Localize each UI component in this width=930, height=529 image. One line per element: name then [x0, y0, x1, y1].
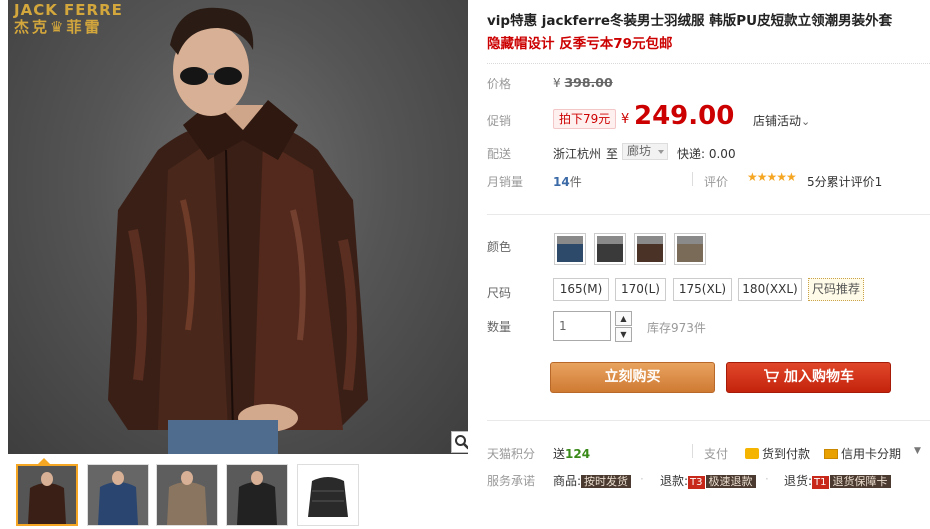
promo-currency: ¥ [621, 112, 630, 127]
service-refund-text: 极速退款 [705, 475, 756, 488]
service-return[interactable]: 退货: T1 退货保障卡 [784, 472, 891, 489]
divider [487, 214, 930, 215]
rating-stars: ★★★★★ [747, 170, 797, 184]
thumbnail-5[interactable] [297, 464, 359, 526]
points-value: 送124 [553, 445, 590, 462]
product-photo [108, 7, 368, 454]
points-label: 天猫积分 [487, 447, 536, 461]
city-select-value: 廊坊 [627, 144, 652, 158]
promo-label: 促销 [487, 114, 512, 128]
points-prefix: 送 [553, 447, 566, 461]
monthly-sales-label: 月销量 [487, 175, 524, 189]
service-goods[interactable]: 商品: 按时发货 [553, 472, 632, 489]
separator-dot: · [765, 472, 769, 486]
payment-expand-icon[interactable]: ▼ [914, 446, 921, 456]
monthly-sales: 14件 [553, 173, 582, 190]
points-amount: 124 [565, 447, 591, 461]
price-label: 价格 [487, 77, 512, 91]
product-title: vip特惠 jackferre冬装男士羽绒服 韩版PU皮短款立领潮男装外套 [487, 13, 893, 29]
store-activity-label: 店铺活动 [753, 114, 802, 128]
store-activity-dropdown[interactable]: 店铺活动⌄ [753, 112, 810, 129]
divider [487, 420, 930, 421]
divider [487, 63, 930, 64]
thumbnail-3[interactable] [156, 464, 218, 526]
brand-logo: JACK FERRE 杰克♛菲雷 [14, 2, 123, 36]
cod-label: 货到付款 [762, 447, 811, 461]
quantity-increase-button[interactable]: ▲ [615, 311, 632, 326]
color-swatch-1[interactable] [554, 233, 586, 265]
quantity-input[interactable] [553, 311, 611, 341]
shipping-from: 浙江杭州 [553, 147, 602, 161]
thumbnail-4[interactable] [226, 464, 288, 526]
cart-icon [764, 369, 780, 383]
add-to-cart-label: 加入购物车 [784, 369, 854, 385]
zoom-icon[interactable] [451, 431, 468, 453]
brand-logo-cn: 杰克♛菲雷 [14, 18, 103, 36]
chevron-down-icon: ⌄ [801, 115, 811, 128]
stock-count: 库存973件 [647, 321, 706, 335]
original-price-value: 398.00 [564, 75, 613, 90]
quantity-decrease-button[interactable]: ▼ [615, 327, 632, 342]
thumbnail-strip [8, 458, 468, 528]
service-refund[interactable]: 退款: T3 极速退款 [660, 472, 756, 489]
installment-option[interactable]: 信用卡分期 [824, 445, 901, 462]
thumbnail-1[interactable] [16, 464, 78, 526]
installment-label: 信用卡分期 [841, 447, 902, 461]
shipping-label: 配送 [487, 147, 512, 161]
size-recommend-button[interactable]: 尺码推荐 [808, 278, 865, 301]
color-label: 颜色 [487, 240, 512, 254]
separator-dot: · [640, 472, 644, 486]
monthly-sales-count: 14 [553, 175, 570, 189]
service-refund-badge: T3 [688, 476, 705, 489]
review-label: 评价 [704, 175, 729, 189]
triangle-down-icon [657, 149, 664, 154]
city-select[interactable]: 廊坊 [622, 143, 668, 160]
service-label: 服务承诺 [487, 474, 536, 488]
original-price: ¥ 398.00 [553, 75, 613, 90]
service-return-badge: T1 [812, 476, 829, 489]
credit-card-icon [824, 449, 838, 459]
service-return-label: 退货: [784, 474, 813, 488]
shipping-to-word: 至 [606, 147, 619, 161]
color-swatch-3[interactable] [634, 233, 666, 265]
monthly-sales-unit: 件 [569, 175, 582, 189]
cod-icon [745, 448, 759, 459]
vertical-divider [692, 172, 693, 186]
size-option[interactable]: 180(XXL) [738, 278, 802, 301]
color-swatch-4[interactable] [674, 233, 706, 265]
thumbnail-2[interactable] [87, 464, 149, 526]
currency-symbol: ¥ [553, 76, 561, 90]
size-option[interactable]: 175(XL) [673, 278, 732, 301]
size-option[interactable]: 165(M) [553, 278, 609, 301]
product-subtitle: 隐藏帽设计 反季亏本79元包邮 [487, 36, 673, 52]
promo-price: 249.00 [634, 101, 735, 131]
review-summary-link[interactable]: 5分累计评价1 [807, 173, 882, 190]
magnifier-icon [455, 435, 468, 450]
quantity-label: 数量 [487, 320, 512, 334]
service-return-text: 退货保障卡 [829, 475, 891, 488]
service-goods-label: 商品: [553, 474, 582, 488]
size-option[interactable]: 170(L) [615, 278, 666, 301]
brand-logo-en: JACK FERRE [14, 1, 123, 19]
vertical-divider [692, 444, 693, 458]
cod-option[interactable]: 货到付款 [745, 445, 810, 462]
size-label: 尺码 [487, 286, 512, 300]
service-refund-label: 退款: [660, 474, 689, 488]
add-to-cart-button[interactable]: 加入购物车 [726, 362, 891, 393]
main-product-image[interactable]: JACK FERRE 杰克♛菲雷 [8, 0, 468, 454]
payment-label: 支付 [704, 447, 729, 461]
service-goods-tag: 按时发货 [581, 475, 632, 488]
express-fee: 快递: 0.00 [677, 147, 736, 161]
promo-tag: 拍下79元 [553, 109, 617, 129]
color-swatch-2[interactable] [594, 233, 626, 265]
buy-now-button[interactable]: 立刻购买 [550, 362, 715, 393]
